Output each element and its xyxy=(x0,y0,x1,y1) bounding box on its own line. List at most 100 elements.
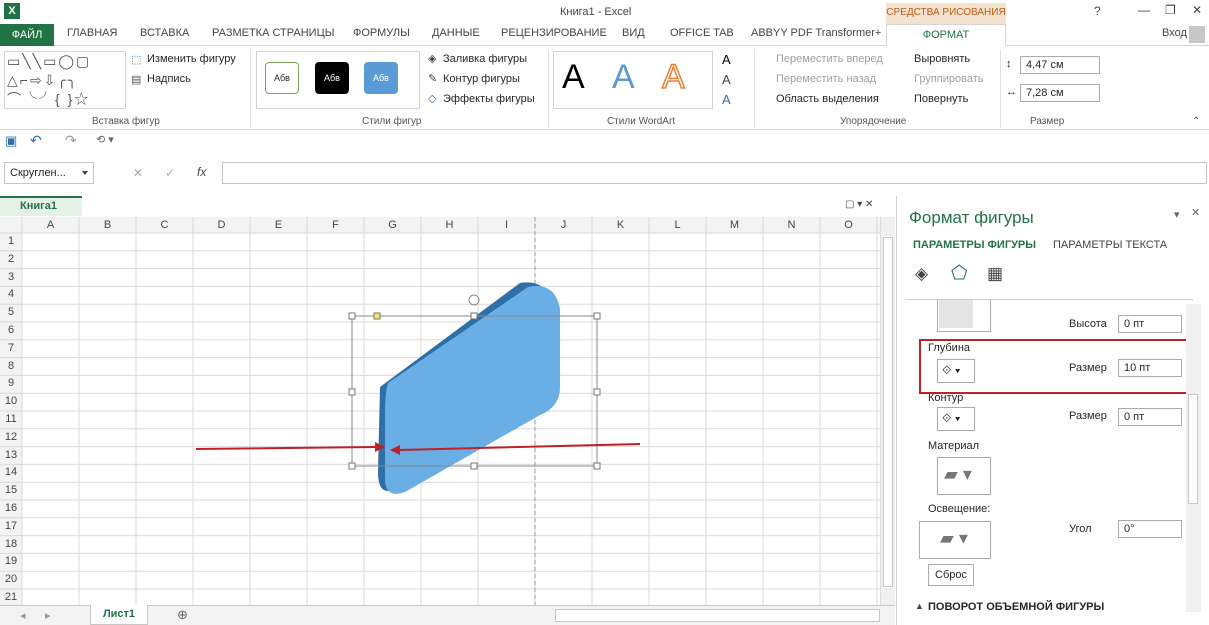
shapes-gallery[interactable]: ▭╲╲▭◯▢ △⌐⇨⇩╭╮ ⌒╰╯{ }☆ xyxy=(4,51,126,109)
restore-button[interactable]: ❐ xyxy=(1165,3,1176,17)
lighting-dropdown[interactable]: ▰ ▾ xyxy=(919,521,991,559)
group-label-arrange: Упорядочение xyxy=(840,116,907,127)
avatar[interactable] xyxy=(1189,26,1205,43)
minimize-button[interactable]: — xyxy=(1138,3,1150,17)
group-button[interactable]: Группировать xyxy=(914,73,984,85)
group-label-insert-shapes: Вставка фигур xyxy=(92,116,160,127)
send-backward-button[interactable]: Переместить назад xyxy=(776,73,876,85)
style-swatch-white[interactable]: Абв xyxy=(265,62,299,94)
add-sheet-icon[interactable]: ⊕ xyxy=(177,607,188,623)
depth-size-label: Размер xyxy=(1069,362,1107,374)
signin-link[interactable]: Вход xyxy=(1162,27,1187,39)
tab-view[interactable]: ВИД xyxy=(622,27,645,39)
rotate-handle-icon[interactable] xyxy=(468,294,480,306)
rotation-section-header[interactable]: ПОВОРОТ ОБЪЕМНОЙ ФИГУРЫ xyxy=(928,601,1104,613)
save-icon[interactable]: ▣ xyxy=(5,133,17,149)
height-icon: ↕ xyxy=(1006,58,1012,70)
selection-pane-button[interactable]: Область выделения xyxy=(776,93,879,105)
effects-icon: ◇ xyxy=(428,93,437,105)
height-input[interactable]: 0 пт xyxy=(1118,315,1182,333)
text-fill-icon[interactable]: A xyxy=(722,52,731,67)
cancel-icon[interactable]: ✕ xyxy=(133,166,143,180)
horizontal-scrollbar[interactable] xyxy=(555,609,880,622)
tab-data[interactable]: ДАННЫЕ xyxy=(432,27,480,39)
pane-title: Формат фигуры xyxy=(909,208,1034,227)
shape-width-input[interactable]: 7,28 см xyxy=(1020,84,1100,102)
tab-file[interactable]: ФАЙЛ xyxy=(0,24,54,46)
formula-input[interactable] xyxy=(222,162,1207,184)
tab-review[interactable]: РЕЦЕНЗИРОВАНИЕ xyxy=(501,27,607,39)
pencil-icon: ✎ xyxy=(428,73,438,85)
help-button[interactable]: ? xyxy=(1094,4,1101,18)
reset-button[interactable]: Сброс xyxy=(928,564,974,586)
shape-fill-button[interactable]: Заливка фигуры xyxy=(443,53,527,65)
drawing-tools-label: СРЕДСТВА РИСОВАНИЯ xyxy=(886,3,1006,24)
contour-size-label: Размер xyxy=(1069,410,1107,422)
group-label-size: Размер xyxy=(1030,116,1065,127)
name-box[interactable]: Скруглен... xyxy=(4,162,94,184)
pane-close-icon[interactable]: ✕ xyxy=(1191,206,1200,219)
edit-shape-icon: ⬚ xyxy=(131,54,142,66)
style-swatch-black[interactable]: Абв xyxy=(315,62,349,94)
title-bar: X Книга1 - Excel ? — ❐ ✕ xyxy=(0,0,1209,24)
enter-icon[interactable]: ✓ xyxy=(165,166,175,180)
sheet-tab[interactable]: Лист1 xyxy=(90,605,148,625)
ribbon-tabs: ГЛАВНАЯ ВСТАВКА РАЗМЕТКА СТРАНИЦЫ ФОРМУЛ… xyxy=(0,24,1209,46)
shape-height-input[interactable]: 4,47 см xyxy=(1020,56,1100,74)
edit-shape-button[interactable]: Изменить фигуру xyxy=(147,53,236,65)
textbox-icon: ▤ xyxy=(131,74,142,86)
tab-insert[interactable]: ВСТАВКА xyxy=(140,27,189,39)
excel-logo-icon[interactable]: X xyxy=(4,3,20,19)
depth-size-input[interactable]: 10 пт xyxy=(1118,359,1182,377)
shape-outline-button[interactable]: Контур фигуры xyxy=(443,73,520,85)
width-icon: ↔ xyxy=(1006,86,1017,98)
scroll-right-icon[interactable]: ▸ xyxy=(45,609,51,622)
tab-page-layout[interactable]: РАЗМЕТКА СТРАНИЦЫ xyxy=(212,27,334,39)
collapse-section-icon[interactable]: ▲ xyxy=(915,601,924,611)
text-outline-icon[interactable]: A xyxy=(722,72,731,87)
tab-home[interactable]: ГЛАВНАЯ xyxy=(67,27,117,39)
depth-color-dropdown[interactable]: ⟐ ▾ xyxy=(937,359,975,383)
size-properties-icon[interactable]: ▦ xyxy=(987,264,1003,284)
fill-line-icon[interactable]: ◈ xyxy=(915,264,928,284)
wordart-black[interactable]: A xyxy=(562,58,585,97)
workbook-tab[interactable]: Книга1 xyxy=(0,196,82,216)
scroll-left-icon[interactable]: ◂ xyxy=(20,609,26,622)
pane-scrollbar[interactable] xyxy=(1186,304,1201,612)
vertical-scrollbar[interactable] xyxy=(880,217,895,605)
pane-options-icon[interactable]: ▾ xyxy=(1174,208,1180,221)
tab-formulas[interactable]: ФОРМУЛЫ xyxy=(353,27,410,39)
window-controls[interactable]: ▢ ▾ ✕ xyxy=(845,199,895,214)
tab-office-tab[interactable]: OFFICE TAB xyxy=(670,27,734,39)
redo-icon[interactable]: ↷ xyxy=(65,132,77,149)
sheet-tabs-bar: ◂ ▸ Лист1 ⊕ xyxy=(0,605,895,625)
align-button[interactable]: Выровнять xyxy=(914,53,970,65)
text-effects-icon[interactable]: A xyxy=(722,92,731,107)
bring-forward-button[interactable]: Переместить вперед xyxy=(776,53,883,65)
shape-effects-button[interactable]: Эффекты фигуры xyxy=(443,93,535,105)
tab-shape-options[interactable]: ПАРАМЕТРЫ ФИГУРЫ xyxy=(913,239,1036,251)
wordart-orange[interactable]: A xyxy=(661,57,685,97)
material-dropdown[interactable]: ▰ ▾ xyxy=(937,457,991,495)
contour-color-dropdown[interactable]: ⟐ ▾ xyxy=(937,407,975,431)
undo-icon[interactable]: ↶ xyxy=(30,132,42,149)
contour-size-input[interactable]: 0 пт xyxy=(1118,408,1182,426)
effects-pentagon-icon[interactable]: ⬠ xyxy=(951,262,968,285)
angle-label: Угол xyxy=(1069,523,1092,535)
collapse-ribbon-icon[interactable]: ⌃ xyxy=(1192,116,1200,127)
depth-label: Глубина xyxy=(928,342,971,354)
tab-text-options[interactable]: ПАРАМЕТРЫ ТЕКСТА xyxy=(1053,239,1167,251)
rotate-button[interactable]: Повернуть xyxy=(914,93,968,105)
angle-input[interactable]: 0° xyxy=(1118,520,1182,538)
style-swatch-blue[interactable]: Абв xyxy=(364,62,398,94)
customize-qat-icon[interactable]: ⟲ ▾ xyxy=(96,133,114,146)
wordart-blue[interactable]: A xyxy=(612,58,635,97)
tab-format[interactable]: ФОРМАТ xyxy=(886,24,1006,46)
tab-abbyy[interactable]: ABBYY PDF Transformer+ xyxy=(751,27,881,39)
worksheet-grid[interactable]: ABCDEFGHIJKLMNO 1 2 3 4 5 6 7 8 9 10 11 12 13 14 15 16 1… xyxy=(0,217,880,605)
textbox-button[interactable]: Надпись xyxy=(147,73,191,85)
shape-canvas xyxy=(195,217,641,605)
close-button[interactable]: ✕ xyxy=(1192,3,1202,17)
group-label-wordart: Стили WordArt xyxy=(607,116,676,127)
insert-function-icon[interactable]: fx xyxy=(197,165,206,179)
